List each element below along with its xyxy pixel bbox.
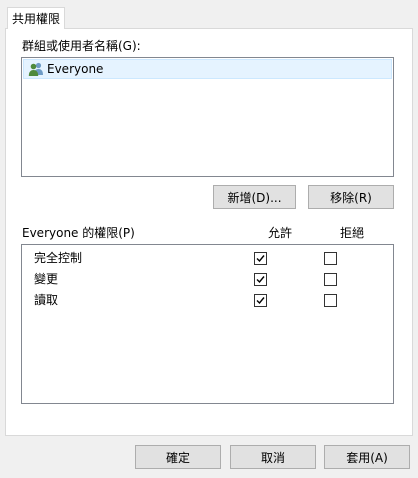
permission-name: 讀取	[34, 293, 59, 307]
deny-read-checkbox[interactable]	[324, 294, 337, 307]
group-user-list[interactable]: Everyone	[21, 57, 394, 177]
permission-name: 完全控制	[34, 251, 83, 265]
allow-change-checkbox[interactable]	[254, 273, 267, 286]
checkmark-icon	[256, 297, 265, 305]
groups-label: 群組或使用者名稱(G):	[22, 39, 141, 53]
permission-row-read: 讀取	[22, 290, 393, 311]
tab-label: 共用權限	[11, 12, 60, 26]
list-item-everyone[interactable]: Everyone	[23, 59, 392, 79]
users-group-icon	[28, 62, 43, 76]
permission-row-change: 變更	[22, 269, 393, 290]
share-permissions-panel: 群組或使用者名稱(G): Everyone 新增(D)... 移除(R) Eve…	[5, 28, 413, 436]
allow-full-control-checkbox[interactable]	[254, 252, 267, 265]
allow-read-checkbox[interactable]	[254, 294, 267, 307]
deny-full-control-checkbox[interactable]	[324, 252, 337, 265]
add-button[interactable]: 新增(D)...	[213, 185, 296, 209]
allow-column-header: 允許	[268, 226, 293, 240]
permissions-list: 完全控制 變更 讀取	[21, 244, 394, 404]
ok-button[interactable]: 確定	[135, 445, 221, 469]
cancel-button[interactable]: 取消	[230, 445, 316, 469]
apply-button[interactable]: 套用(A)	[324, 445, 410, 469]
checkmark-icon	[256, 276, 265, 284]
permissions-label: Everyone 的權限(P)	[22, 226, 135, 240]
deny-change-checkbox[interactable]	[324, 273, 337, 286]
tab-share-permissions[interactable]: 共用權限	[7, 7, 65, 29]
list-item-label: Everyone	[47, 62, 104, 76]
remove-button[interactable]: 移除(R)	[308, 185, 394, 209]
permission-name: 變更	[34, 272, 59, 286]
deny-column-header: 拒絕	[340, 226, 365, 240]
checkmark-icon	[256, 255, 265, 263]
permission-row-full-control: 完全控制	[22, 248, 393, 269]
